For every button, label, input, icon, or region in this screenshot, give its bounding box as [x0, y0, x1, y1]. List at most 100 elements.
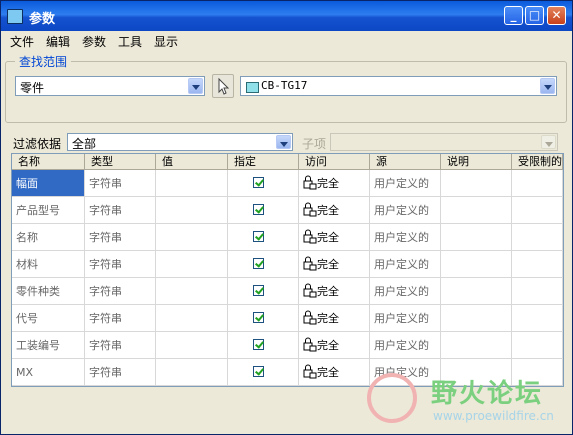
cell-name[interactable]: 幅面 [12, 170, 85, 197]
chevron-down-icon[interactable] [188, 78, 203, 94]
column-header-description[interactable]: 说明 [441, 154, 512, 169]
cell-source[interactable]: 用户定义的 [370, 332, 441, 359]
designated-checkbox[interactable] [253, 204, 264, 215]
cell-restricted[interactable] [512, 197, 563, 224]
lock-icon [303, 202, 317, 217]
forum-logo-icon [367, 373, 417, 423]
target-model-select[interactable]: CB-TG17 [240, 76, 557, 96]
cell-name[interactable]: MX [12, 359, 85, 386]
menu-parameters[interactable]: 参数 [82, 33, 106, 50]
cell-description[interactable] [441, 170, 512, 197]
cell-type[interactable]: 字符串 [85, 251, 156, 278]
designated-checkbox[interactable] [253, 366, 264, 377]
table-row[interactable]: 工装编号 字符串 完全 用户定义的 [12, 332, 563, 359]
cell-access[interactable]: 完全 [299, 359, 370, 386]
cell-access[interactable]: 完全 [299, 170, 370, 197]
close-button[interactable]: ✕ [547, 6, 566, 25]
maximize-button[interactable]: □ [525, 6, 544, 25]
cell-value[interactable] [156, 224, 228, 251]
cell-source[interactable]: 用户定义的 [370, 305, 441, 332]
access-label: 完全 [317, 366, 339, 379]
cell-type[interactable]: 字符串 [85, 170, 156, 197]
cell-access[interactable]: 完全 [299, 278, 370, 305]
window-icon [7, 9, 23, 24]
cell-value[interactable] [156, 359, 228, 386]
title-bar[interactable]: 参数 _ □ ✕ [1, 1, 572, 31]
subitem-select[interactable] [330, 133, 558, 151]
menu-edit[interactable]: 编辑 [46, 33, 70, 50]
cell-source[interactable]: 用户定义的 [370, 224, 441, 251]
table-row[interactable]: 代号 字符串 完全 用户定义的 [12, 305, 563, 332]
designated-checkbox[interactable] [253, 312, 264, 323]
access-label: 完全 [317, 339, 339, 352]
cell-type[interactable]: 字符串 [85, 359, 156, 386]
cell-type[interactable]: 字符串 [85, 332, 156, 359]
chevron-down-icon[interactable] [540, 78, 555, 94]
designated-checkbox[interactable] [253, 285, 264, 296]
cell-name[interactable]: 名称 [12, 224, 85, 251]
menu-file[interactable]: 文件 [10, 33, 34, 50]
menu-display[interactable]: 显示 [154, 33, 178, 50]
column-header-source[interactable]: 源 [370, 154, 441, 169]
cell-access[interactable]: 完全 [299, 332, 370, 359]
table-row[interactable]: 材料 字符串 完全 用户定义的 [12, 251, 563, 278]
cell-type[interactable]: 字符串 [85, 278, 156, 305]
cell-name[interactable]: 工装编号 [12, 332, 85, 359]
cell-name[interactable]: 代号 [12, 305, 85, 332]
filter-select[interactable]: 全部 [67, 133, 293, 151]
cell-name[interactable]: 产品型号 [12, 197, 85, 224]
cell-value[interactable] [156, 170, 228, 197]
column-header-name[interactable]: 名称 [12, 154, 85, 169]
table-row[interactable]: 幅面 字符串 完全 用户定义的 [12, 170, 563, 197]
table-row[interactable]: 名称 字符串 完全 用户定义的 [12, 224, 563, 251]
cell-description[interactable] [441, 251, 512, 278]
cell-description[interactable] [441, 224, 512, 251]
cell-access[interactable]: 完全 [299, 305, 370, 332]
cell-type[interactable]: 字符串 [85, 197, 156, 224]
cell-access[interactable]: 完全 [299, 224, 370, 251]
designated-checkbox[interactable] [253, 231, 264, 242]
cell-value[interactable] [156, 278, 228, 305]
column-header-designated[interactable]: 指定 [228, 154, 299, 169]
cell-access[interactable]: 完全 [299, 251, 370, 278]
cell-restricted[interactable] [512, 170, 563, 197]
cell-name[interactable]: 材料 [12, 251, 85, 278]
cell-restricted[interactable] [512, 224, 563, 251]
designated-checkbox[interactable] [253, 258, 264, 269]
cell-description[interactable] [441, 197, 512, 224]
designated-checkbox[interactable] [253, 339, 264, 350]
cell-source[interactable]: 用户定义的 [370, 170, 441, 197]
cell-source[interactable]: 用户定义的 [370, 251, 441, 278]
cell-type[interactable]: 字符串 [85, 224, 156, 251]
cell-source[interactable]: 用户定义的 [370, 197, 441, 224]
cell-value[interactable] [156, 197, 228, 224]
cell-description[interactable] [441, 305, 512, 332]
chevron-down-icon[interactable] [541, 135, 556, 149]
minimize-button[interactable]: _ [504, 6, 523, 25]
cell-value[interactable] [156, 305, 228, 332]
cell-type[interactable]: 字符串 [85, 305, 156, 332]
cell-restricted[interactable] [512, 278, 563, 305]
cell-name[interactable]: 零件种类 [12, 278, 85, 305]
select-pointer-button[interactable] [212, 74, 234, 98]
table-row[interactable]: 产品型号 字符串 完全 用户定义的 [12, 197, 563, 224]
cell-description[interactable] [441, 332, 512, 359]
column-header-restricted[interactable]: 受限制的 [512, 154, 563, 169]
table-row[interactable]: 零件种类 字符串 完全 用户定义的 [12, 278, 563, 305]
column-header-value[interactable]: 值 [156, 154, 228, 169]
column-header-access[interactable]: 访问 [299, 154, 370, 169]
cell-value[interactable] [156, 332, 228, 359]
cell-restricted[interactable] [512, 251, 563, 278]
cell-value[interactable] [156, 251, 228, 278]
cell-access[interactable]: 完全 [299, 197, 370, 224]
column-header-type[interactable]: 类型 [85, 154, 156, 169]
cell-restricted[interactable] [512, 305, 563, 332]
designated-checkbox[interactable] [253, 177, 264, 188]
cell-source[interactable]: 用户定义的 [370, 278, 441, 305]
cell-description[interactable] [441, 278, 512, 305]
scope-select[interactable]: 零件 [15, 76, 205, 96]
menu-tools[interactable]: 工具 [118, 33, 142, 50]
chevron-down-icon[interactable] [276, 135, 291, 149]
window-title: 参数 [29, 12, 56, 27]
cell-restricted[interactable] [512, 332, 563, 359]
